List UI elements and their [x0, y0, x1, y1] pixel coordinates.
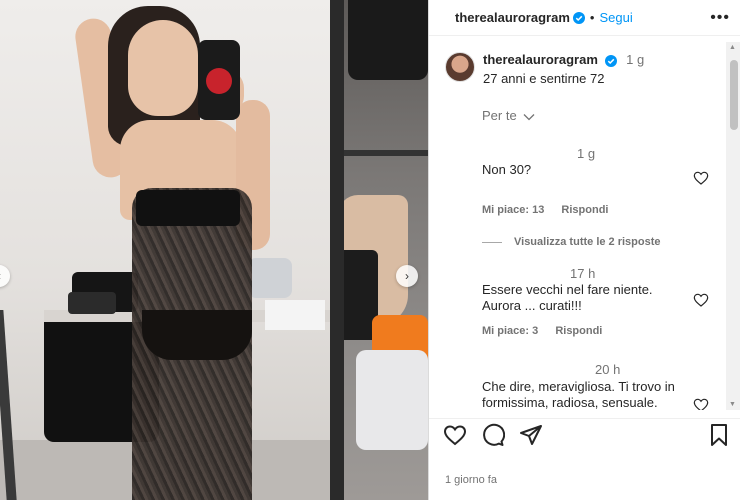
view-replies-label: Visualizza tutte le 2 risposte	[514, 236, 661, 248]
replies-divider	[482, 241, 502, 243]
photo-bag-small	[68, 292, 116, 314]
chevron-left-icon: ‹	[0, 269, 1, 283]
heart-icon[interactable]	[693, 170, 709, 186]
post-header: therealauroragram • Segui •••	[429, 0, 740, 36]
scroll-down-icon[interactable]: ▼	[729, 401, 736, 408]
heart-icon[interactable]	[693, 397, 709, 410]
comment-likes[interactable]: Mi piace: 13	[482, 204, 544, 216]
post-actions-bar	[429, 418, 740, 450]
scrollbar-thumb[interactable]	[730, 60, 738, 130]
verified-badge-icon	[572, 11, 585, 24]
header-username[interactable]: therealauroragram	[455, 10, 570, 25]
comment-filter-dropdown[interactable]: Per te	[482, 108, 535, 123]
comment-likes[interactable]: Mi piace: 3	[482, 325, 538, 337]
comment-timestamp: 20 h	[595, 362, 621, 377]
follow-button[interactable]: Segui	[599, 10, 632, 25]
heart-icon[interactable]	[443, 423, 467, 447]
comments-scrollbar[interactable]: ▲ ▼	[726, 42, 740, 410]
carousel-next-button[interactable]: ›	[396, 265, 418, 287]
photo-tape-roll	[248, 258, 292, 298]
caption-timestamp: 1 g	[626, 52, 645, 67]
comment-timestamp: 1 g	[577, 146, 596, 161]
comments-list[interactable]: therealauroragram 1 g 27 anni e sentirne…	[429, 42, 725, 410]
comment-text: Non 30?	[482, 162, 532, 177]
heart-icon[interactable]	[693, 292, 709, 308]
photo-box	[265, 300, 325, 330]
comment-meta: Mi piace: 13 Rispondi	[482, 204, 622, 216]
phone-sticker	[206, 68, 232, 94]
comment-icon[interactable]	[481, 423, 506, 447]
filter-label: Per te	[482, 108, 517, 123]
comment-timestamp: 17 h	[570, 266, 596, 281]
avatar[interactable]	[445, 52, 475, 82]
photo-rack-bar	[344, 150, 428, 156]
figure-bottom	[142, 310, 252, 360]
post-timestamp[interactable]: 1 giorno fa	[445, 474, 497, 486]
reply-button[interactable]: Rispondi	[561, 204, 608, 216]
caption-text: 27 anni e sentirne 72	[483, 71, 605, 86]
post-side-panel: therealauroragram • Segui ••• therealaur…	[428, 0, 740, 500]
figure-face	[128, 20, 198, 116]
comment-text: Essere vecchi nel fare niente. Aurora ..…	[482, 282, 653, 313]
scroll-up-icon[interactable]: ▲	[729, 44, 736, 51]
chevron-down-icon	[520, 108, 535, 123]
verified-badge-icon	[604, 54, 617, 67]
figure-top	[136, 190, 240, 226]
photo-cloth-white	[356, 350, 428, 450]
more-options-icon[interactable]: •••	[710, 9, 730, 27]
share-icon[interactable]	[519, 423, 543, 447]
post-caption: therealauroragram 1 g 27 anni e sentirne…	[445, 52, 644, 86]
comment-text: Che dire, meravigliosa. Ti trovo in form…	[482, 379, 675, 410]
reply-button[interactable]: Rispondi	[555, 325, 602, 337]
mirror-frame	[330, 0, 344, 500]
chevron-right-icon: ›	[405, 269, 409, 283]
header-separator: •	[589, 10, 595, 25]
post-photo[interactable]: › ‹	[0, 0, 428, 500]
view-replies-button[interactable]: Visualizza tutte le 2 risposte	[482, 236, 661, 248]
caption-username[interactable]: therealauroragram	[483, 52, 598, 67]
bookmark-icon[interactable]	[707, 423, 731, 447]
photo-coat	[348, 0, 428, 80]
comment-meta: Mi piace: 3 Rispondi	[482, 325, 616, 337]
